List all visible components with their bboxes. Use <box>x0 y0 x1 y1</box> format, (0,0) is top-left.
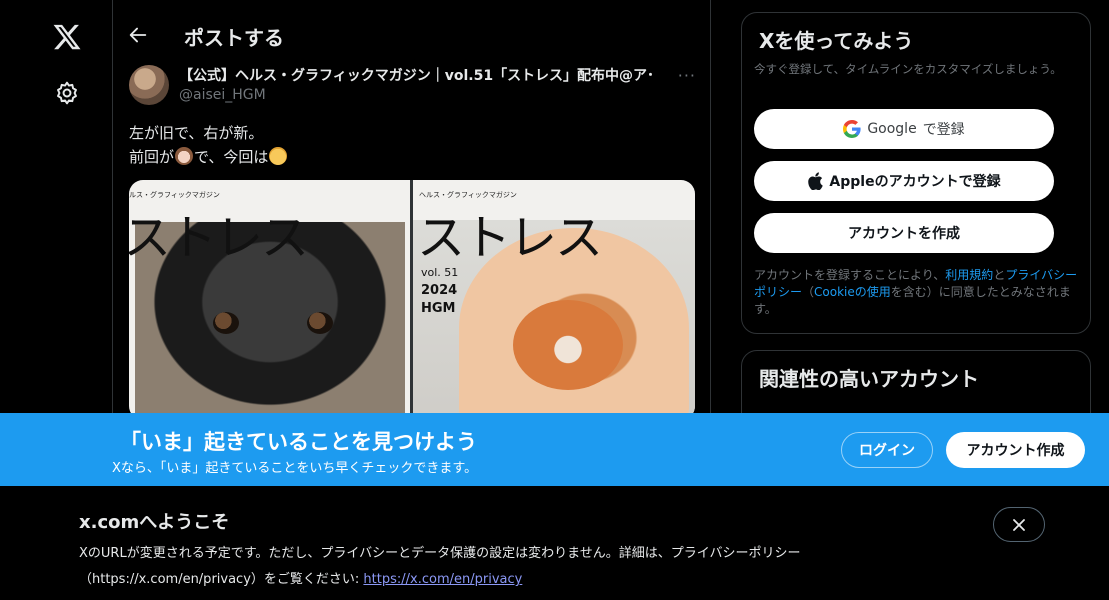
magazine-cover-old[interactable]: ルス・グラフィックマガジン ストレス <box>129 180 410 420</box>
more-options-icon[interactable]: ··· <box>678 66 696 85</box>
post-text-segment: で、今回は <box>194 148 269 166</box>
related-accounts-title: 関連性の高いアカウント <box>759 367 979 391</box>
post-author-name[interactable]: 【公式】ヘルス・グラフィックマガジン｜vol.51「ストレス」配布中@ア･ <box>179 65 679 85</box>
x-logo-icon[interactable] <box>52 22 82 52</box>
post-media[interactable]: ルス・グラフィックマガジン ストレス ヘルス・グラフィックマガジン ストレス v… <box>129 180 695 420</box>
domain-change-notice: x.comへようこそ XのURLが変更される予定です。ただし、プライバシーとデー… <box>0 486 1109 600</box>
brand-label: HGM <box>421 301 456 316</box>
apple-signup-button[interactable]: Appleのアカウントで登録 <box>754 161 1054 201</box>
create-account-label: アカウントを作成 <box>848 226 960 242</box>
gear-icon[interactable] <box>54 80 80 106</box>
legal-text-segment: と <box>993 268 1006 282</box>
legal-text: アカウントを登録することにより、利用規約とプライバシーポリシー（Cookieの使… <box>754 267 1084 318</box>
apple-icon <box>808 172 824 190</box>
signup-card-title: Xを使ってみよう <box>759 29 914 53</box>
page-title: ポストする <box>184 26 284 50</box>
magazine-cover-new[interactable]: ヘルス・グラフィックマガジン ストレス vol. 51 2024 HGM <box>413 180 695 420</box>
terms-link[interactable]: 利用規約 <box>945 268 993 282</box>
pug-eye <box>213 312 239 334</box>
cat-face-emoji-icon <box>269 147 288 165</box>
magazine-title: ストレス <box>129 210 309 266</box>
page-header: ポストする <box>113 0 710 60</box>
signup-card: Xを使ってみよう 今すぐ登録して、タイムラインをカスタマイズしましょう。 Goo… <box>741 12 1091 334</box>
legal-text-segment: （ <box>802 285 815 299</box>
year-label: 2024 <box>421 283 458 298</box>
pug-eye <box>307 312 333 334</box>
banner-subtitle: Xなら、「いま」起きていることをいち早くチェックできます。 <box>112 461 478 476</box>
google-signup-label: で登録 <box>922 122 965 138</box>
login-button[interactable]: ログイン <box>841 432 933 468</box>
create-account-button[interactable]: アカウントを作成 <box>754 213 1054 253</box>
dog-face-emoji-icon <box>175 147 194 165</box>
google-signup-button[interactable]: Google で登録 <box>754 109 1054 149</box>
post-text-segment: 前回が <box>129 148 175 166</box>
legal-text-segment: アカウントを登録することにより、 <box>754 268 946 282</box>
login-banner: 「いま」起きていることを見つけよう Xなら、「いま」起きていることをいち早くチェ… <box>0 413 1109 486</box>
magazine-volume: vol. 51 2024 HGM <box>421 264 458 318</box>
google-icon <box>843 120 861 138</box>
banner-title: 「いま」起きていることを見つけよう <box>120 430 477 454</box>
post-author-handle[interactable]: @aisei_HGM <box>179 87 266 103</box>
cat-photo <box>513 300 623 390</box>
notice-text: XのURLが変更される予定です。ただし、プライバシーとデータ保護の設定は変わりま… <box>79 541 959 593</box>
magazine-title: ストレス <box>417 210 603 266</box>
google-brand-label: Google <box>867 121 917 137</box>
post-text: 左が旧で、右が新。 前回が で、今回は <box>129 121 689 169</box>
signup-button[interactable]: アカウント作成 <box>946 432 1085 468</box>
signup-card-subtitle: 今すぐ登録して、タイムラインをカスタマイズしましょう。 <box>754 62 1062 76</box>
volume-label: vol. 51 <box>421 266 459 279</box>
privacy-url-link[interactable]: https://x.com/en/privacy <box>363 572 522 587</box>
post-text-line-1: 左が旧で、右が新。 <box>129 124 264 142</box>
apple-signup-label: Appleのアカウントで登録 <box>829 174 1001 190</box>
arrow-left-icon[interactable] <box>127 24 149 46</box>
cookie-link[interactable]: Cookieの使用 <box>814 285 891 299</box>
close-icon <box>1013 518 1025 531</box>
notice-title: x.comへようこそ <box>79 512 230 533</box>
close-button[interactable] <box>993 507 1045 542</box>
avatar[interactable] <box>129 65 169 105</box>
post-text-line-2: 前回が で、今回は <box>129 145 689 169</box>
